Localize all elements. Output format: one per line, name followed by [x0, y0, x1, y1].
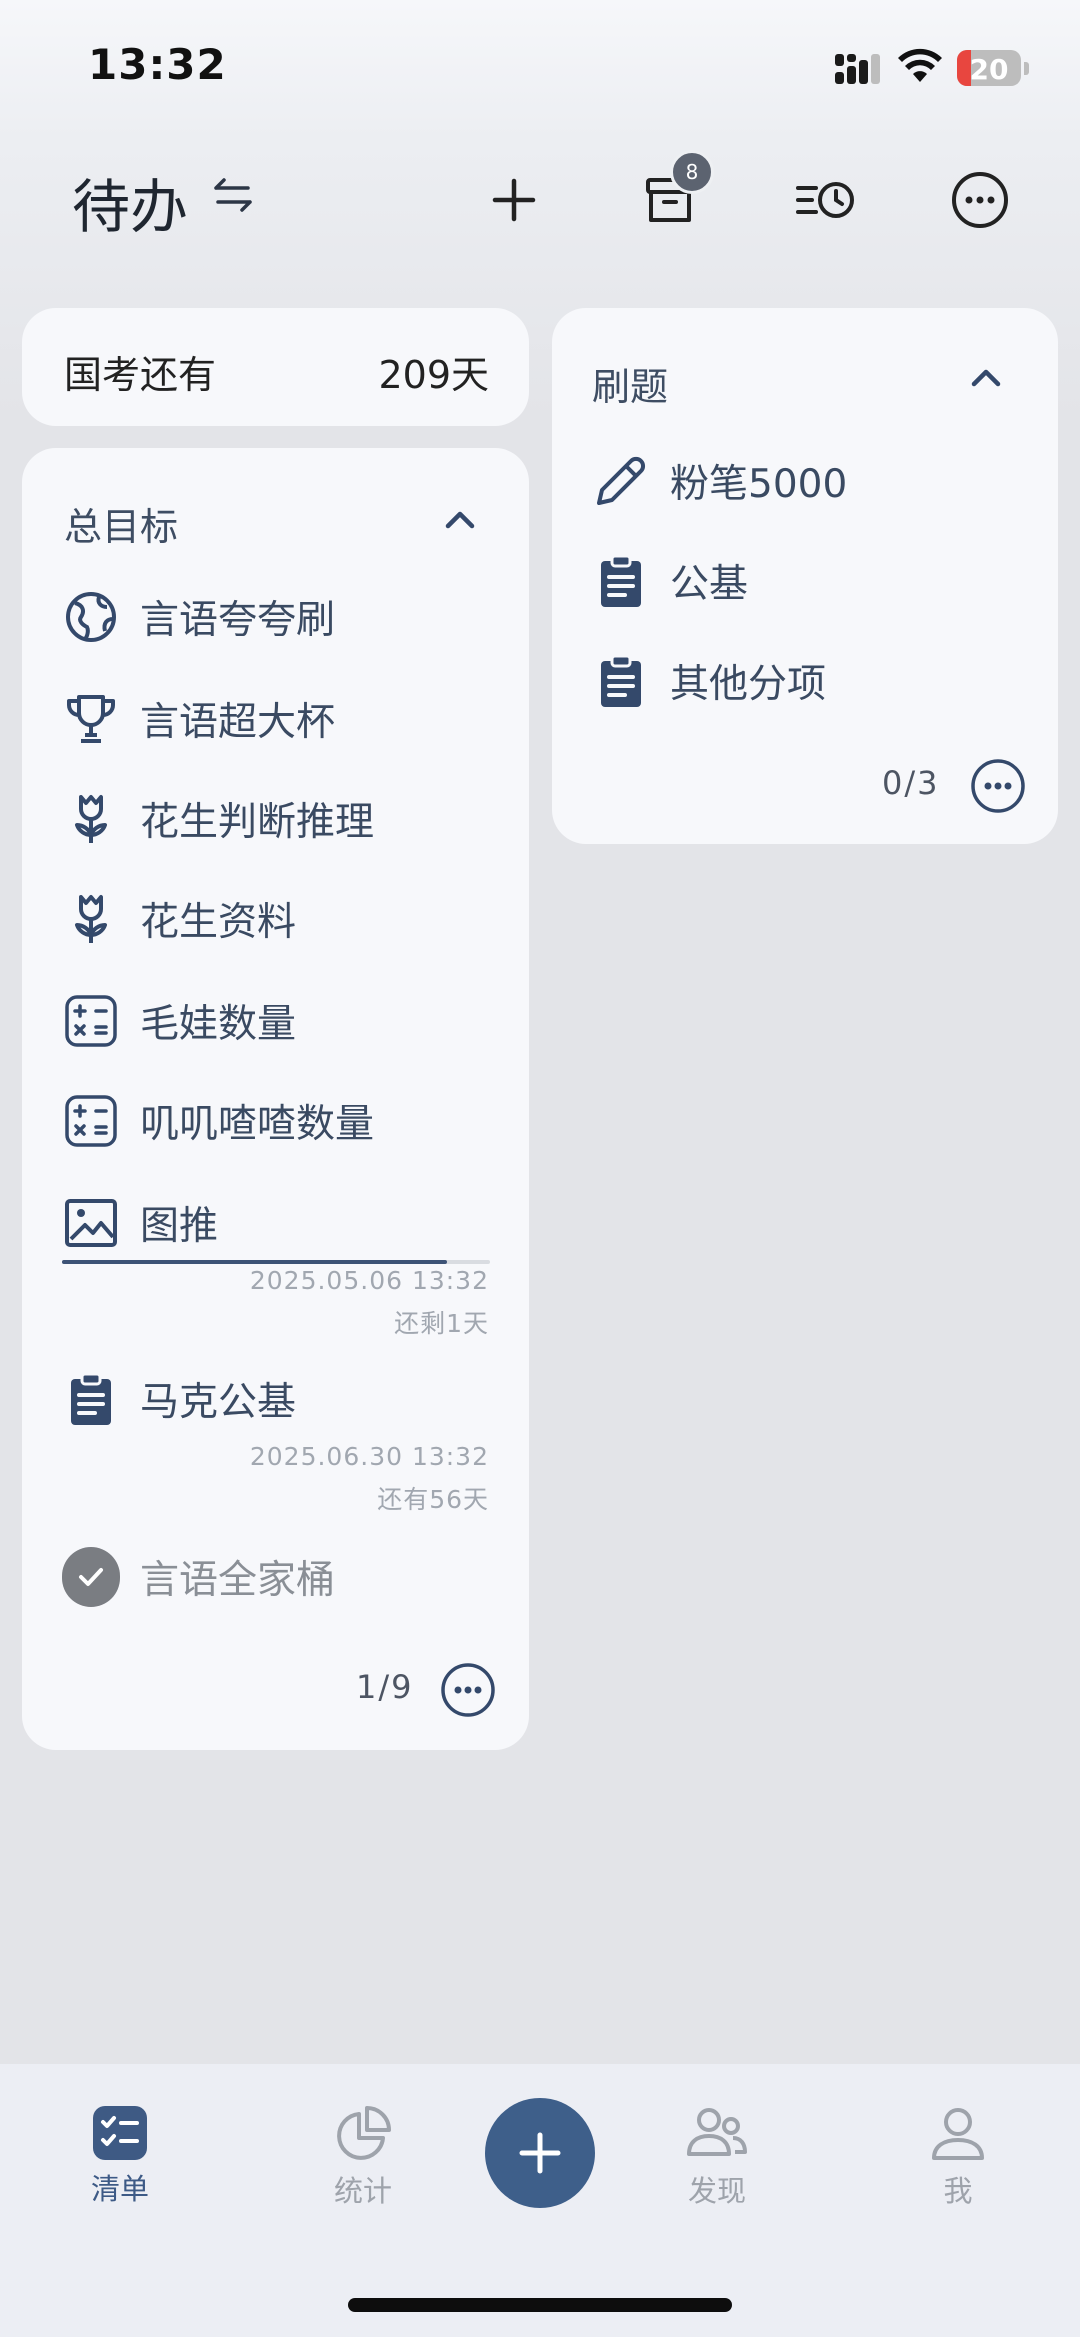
battery-icon: 20	[957, 50, 1021, 86]
users-icon	[687, 2108, 747, 2156]
exam-countdown-card[interactable]: 国考还有 209天	[22, 308, 529, 426]
deadline-progress-bar	[62, 1260, 490, 1264]
list-item-completed[interactable]: 言语全家桶	[62, 1542, 335, 1612]
list-item[interactable]: 言语超大杯	[62, 684, 335, 754]
tab-me[interactable]: 我	[898, 2104, 1018, 2210]
pie-chart-icon	[337, 2106, 391, 2160]
tab-stats[interactable]: 统计	[303, 2104, 423, 2210]
list-item[interactable]: 马克公基	[62, 1364, 296, 1434]
check-circle-icon[interactable]	[62, 1547, 120, 1607]
list-item[interactable]: 图推	[62, 1188, 218, 1258]
globe-icon	[62, 588, 120, 646]
list-item[interactable]: 叽叽喳喳数量	[62, 1086, 374, 1156]
pencil-icon	[592, 452, 650, 510]
goals-more-button[interactable]	[440, 1662, 496, 1718]
more-options-button[interactable]	[942, 162, 1018, 238]
archive-badge: 8	[670, 150, 714, 194]
cellular-signal-icon	[835, 52, 885, 86]
time-remaining: 还剩1天	[394, 1309, 489, 1338]
list-item[interactable]: 言语夸夸刷	[62, 582, 335, 652]
add-task-fab[interactable]	[485, 2098, 595, 2208]
history-button[interactable]	[788, 162, 864, 238]
practice-list-title[interactable]: 刷题	[592, 356, 668, 411]
more-icon	[952, 172, 1008, 228]
tab-discover[interactable]: 发现	[657, 2104, 777, 2210]
status-time: 13:32	[88, 40, 227, 89]
collapse-chevron-up-icon[interactable]	[966, 362, 1006, 392]
practice-more-button[interactable]	[970, 758, 1026, 814]
goals-list-card: 总目标 言语夸夸刷 言语超大杯 花生判断推理 花生资料 毛娃数量 叽叽喳喳数量 …	[22, 448, 529, 1750]
collapse-chevron-up-icon[interactable]	[440, 504, 480, 534]
practice-progress-count: 0/3	[882, 764, 940, 802]
clipboard-icon	[62, 1370, 120, 1428]
countdown-label: 国考还有	[64, 353, 217, 397]
list-item[interactable]: 花生判断推理	[62, 784, 374, 854]
list-clock-icon	[796, 182, 854, 218]
more-icon	[441, 1663, 495, 1717]
status-bar: 13:32 20	[0, 0, 1080, 130]
tab-list[interactable]: 清单	[60, 2104, 180, 2208]
tulip-icon	[62, 790, 120, 848]
plus-icon	[519, 2132, 561, 2174]
wifi-icon	[897, 48, 943, 84]
goals-progress-count: 1/9	[356, 1668, 414, 1706]
list-item[interactable]: 其他分项	[592, 646, 826, 716]
list-item[interactable]: 公基	[592, 546, 748, 616]
person-icon	[932, 2108, 984, 2160]
clipboard-icon	[592, 552, 650, 610]
list-item[interactable]: 粉笔5000	[592, 446, 847, 516]
due-date: 2025.05.06 13:32	[249, 1266, 489, 1295]
top-toolbar: 待办 8	[0, 150, 1080, 250]
time-remaining: 还有56天	[377, 1485, 489, 1514]
calculator-icon	[62, 1092, 120, 1150]
tulip-icon	[62, 890, 120, 948]
clipboard-icon	[592, 652, 650, 710]
due-date: 2025.06.30 13:32	[249, 1442, 489, 1471]
home-indicator	[348, 2298, 732, 2312]
switch-list-icon[interactable]	[210, 172, 256, 218]
goals-list-title[interactable]: 总目标	[64, 496, 178, 551]
countdown-value: 209天	[378, 353, 489, 397]
trophy-icon	[62, 690, 120, 748]
list-item[interactable]: 花生资料	[62, 884, 296, 954]
checklist-icon	[93, 2106, 147, 2160]
calculator-icon	[62, 992, 120, 1050]
add-button[interactable]	[476, 162, 552, 238]
practice-list-card: 刷题 粉笔5000 公基 其他分项 0/3	[552, 308, 1058, 844]
page-title: 待办	[72, 173, 189, 241]
more-icon	[971, 759, 1025, 813]
list-item[interactable]: 毛娃数量	[62, 986, 296, 1056]
battery-level: 20	[969, 53, 1009, 86]
image-icon	[62, 1194, 120, 1252]
